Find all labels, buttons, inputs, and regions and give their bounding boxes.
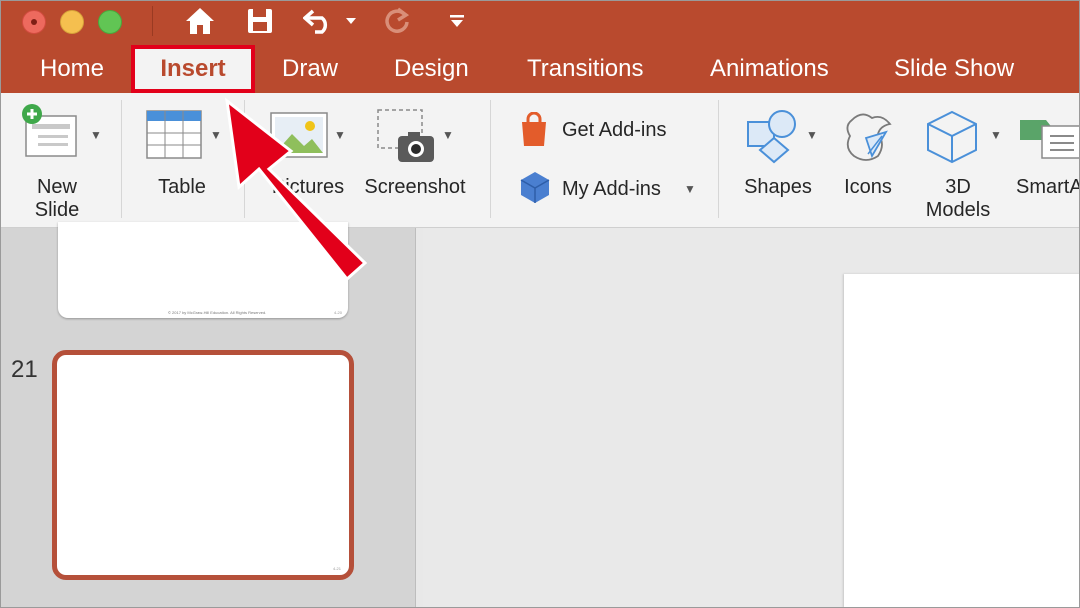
shapes-dropdown-icon[interactable]: ▼ xyxy=(806,128,818,142)
3d-models-button[interactable]: ▼ 3D Models xyxy=(914,104,1006,226)
ribbon-group-divider xyxy=(121,100,122,218)
my-addins-icon xyxy=(520,172,550,203)
undo-icon[interactable] xyxy=(302,4,336,38)
slide-thumbnail-page: 4-21 xyxy=(332,566,341,571)
get-addins-button[interactable]: Get Add-ins xyxy=(518,112,698,150)
slide-thumbnail-footer: © 2017 by McGraw-Hill Education. All Rig… xyxy=(168,310,267,315)
current-slide[interactable] xyxy=(844,274,1080,608)
screenshot-icon xyxy=(377,109,434,162)
undo-dropdown-icon[interactable] xyxy=(344,4,358,38)
table-icon xyxy=(146,110,202,159)
tab-transitions[interactable]: Transitions xyxy=(527,52,643,86)
slide-number: 21 xyxy=(11,356,38,383)
tab-animations[interactable]: Animations xyxy=(710,52,829,86)
my-addins-button[interactable]: My Add-ins ▼ xyxy=(518,170,698,208)
tab-draw[interactable]: Draw xyxy=(282,52,338,86)
shapes-button[interactable]: ▼ Shapes xyxy=(738,104,822,204)
window-close-button[interactable] xyxy=(22,10,46,34)
new-slide-label-line2: Slide xyxy=(34,199,80,221)
toolbar-divider xyxy=(152,6,153,36)
new-slide-dropdown-icon[interactable]: ▼ xyxy=(90,128,102,142)
screenshot-label: Screenshot xyxy=(364,176,466,198)
store-bag-icon xyxy=(522,112,546,146)
ribbon-group-divider xyxy=(718,100,719,218)
slide-thumbnail-21-selected[interactable]: 4-21 xyxy=(52,350,354,580)
screenshot-dropdown-icon[interactable]: ▼ xyxy=(442,128,454,142)
ribbon-group-divider xyxy=(490,100,491,218)
get-addins-label: Get Add-ins xyxy=(562,119,667,141)
tab-slide-show[interactable]: Slide Show xyxy=(894,52,1014,86)
redo-icon[interactable] xyxy=(380,4,414,38)
smartart-button[interactable]: SmartArt xyxy=(1014,104,1080,204)
new-slide-icon xyxy=(22,104,77,157)
new-slide-label-line1: New xyxy=(36,176,77,198)
new-slide-button[interactable]: ▼ New Slide xyxy=(14,104,114,224)
tab-home[interactable]: Home xyxy=(40,52,104,86)
icons-button[interactable]: Icons xyxy=(832,104,904,204)
cube-icon xyxy=(927,110,977,164)
customize-toolbar-icon[interactable] xyxy=(446,4,468,38)
my-addins-label: My Add-ins xyxy=(562,178,661,200)
shapes-icon xyxy=(747,110,796,164)
3d-models-label-line2: Models xyxy=(925,199,991,221)
3d-models-dropdown-icon[interactable]: ▼ xyxy=(990,128,1002,142)
window-maximize-button[interactable] xyxy=(98,10,122,34)
screenshot-button[interactable]: ▼ Screenshot xyxy=(358,104,474,204)
tab-design[interactable]: Design xyxy=(394,52,469,86)
shapes-label: Shapes xyxy=(744,176,812,198)
slide-thumbnail-page: 4-20 xyxy=(333,310,342,315)
icons-bird-icon xyxy=(846,113,892,161)
smartart-label: SmartArt xyxy=(1016,176,1080,198)
annotation-arrow-icon xyxy=(225,97,368,282)
title-bar: Home Insert Draw Design Transitions Anim… xyxy=(0,0,1080,93)
window-minimize-button[interactable] xyxy=(60,10,84,34)
tab-insert[interactable]: Insert xyxy=(131,45,255,93)
save-icon[interactable] xyxy=(244,4,276,38)
3d-models-label-line1: 3D xyxy=(945,176,971,198)
icons-label: Icons xyxy=(844,176,892,198)
home-icon[interactable] xyxy=(182,4,218,38)
smartart-icon xyxy=(1020,120,1080,159)
my-addins-dropdown-icon[interactable]: ▼ xyxy=(684,182,696,196)
